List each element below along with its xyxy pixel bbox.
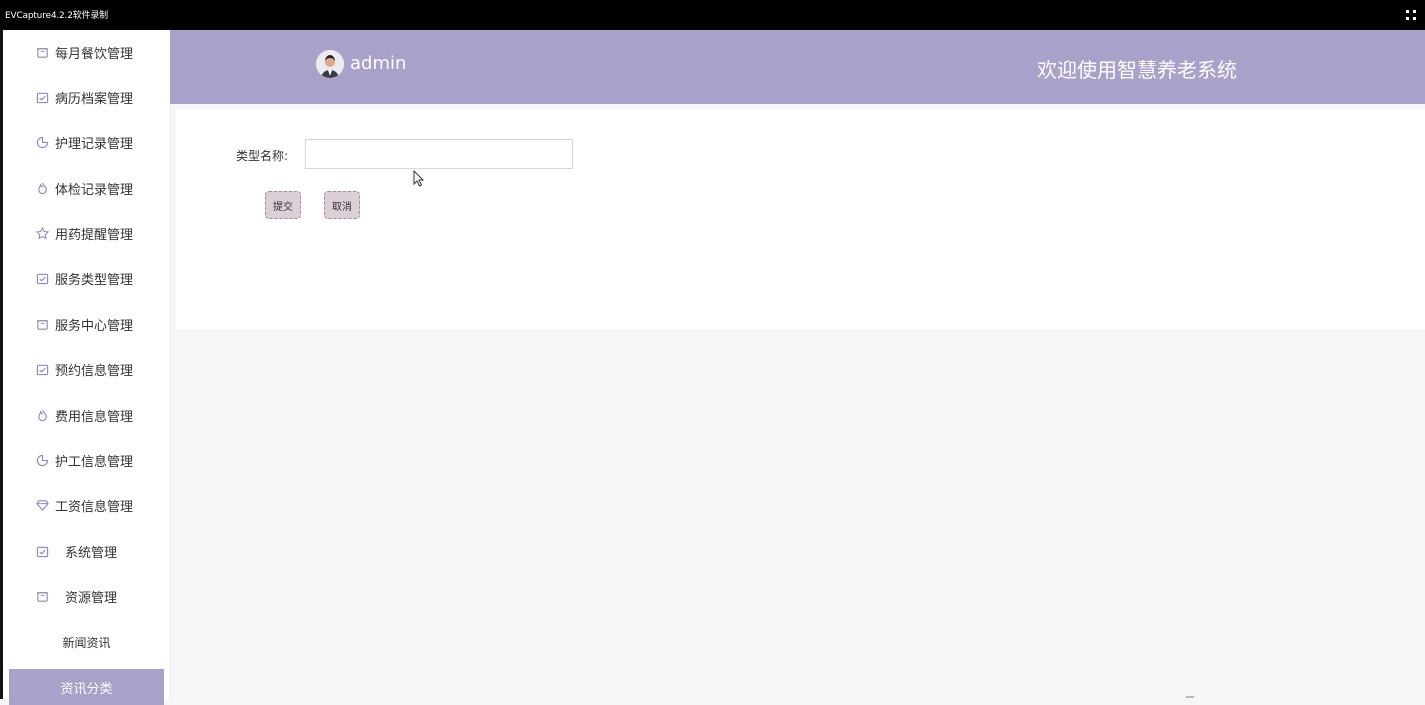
bottom-marker bbox=[1186, 696, 1194, 698]
welcome-title: 欢迎使用智慧养老系统 bbox=[1037, 58, 1237, 82]
cancel-button[interactable]: 取消 bbox=[324, 191, 360, 219]
star-icon bbox=[35, 226, 49, 240]
sidebar-item-appointments[interactable]: 预约信息管理 bbox=[3, 348, 170, 390]
bin-icon bbox=[35, 589, 49, 603]
window-title: EVCapture4.2.2软件录制 bbox=[5, 11, 108, 21]
sidebar-item-system[interactable]: 系统管理 bbox=[3, 530, 170, 572]
type-name-input[interactable] bbox=[305, 139, 573, 169]
sidebar-item-label: 工资信息管理 bbox=[55, 499, 134, 515]
fullscreen-icon[interactable] bbox=[1405, 9, 1417, 21]
sidebar-item-label: 体检记录管理 bbox=[55, 182, 134, 198]
fire-icon bbox=[35, 408, 49, 422]
sidebar-item-checkup-records[interactable]: 体检记录管理 bbox=[3, 167, 170, 209]
sidebar-item-label: 护工信息管理 bbox=[55, 454, 134, 470]
sidebar-item-medication-reminders[interactable]: 用药提醒管理 bbox=[3, 212, 170, 254]
sidebar-item-medical-records[interactable]: 病历档案管理 bbox=[3, 76, 170, 118]
calendar-check-icon bbox=[35, 362, 49, 376]
sidebar-item-label: 用药提醒管理 bbox=[55, 227, 134, 243]
avatar[interactable] bbox=[316, 50, 344, 78]
sidebar-item-salaries[interactable]: 工资信息管理 bbox=[3, 484, 170, 526]
sidebar-item-label: 病历档案管理 bbox=[55, 91, 134, 107]
sidebar-item-fees[interactable]: 费用信息管理 bbox=[3, 394, 170, 436]
sidebar-item-label: 每月餐饮管理 bbox=[55, 46, 134, 62]
sidebar-item-news-categories[interactable]: 资讯分类 bbox=[9, 669, 164, 705]
sidebar-item-resources[interactable]: 资源管理 bbox=[3, 575, 170, 617]
pie-icon bbox=[35, 135, 49, 149]
calendar-check-icon bbox=[35, 90, 49, 104]
window-titlebar: EVCapture4.2.2软件录制 bbox=[0, 0, 1425, 30]
bin-icon bbox=[35, 317, 49, 331]
sidebar-item-label: 系统管理 bbox=[65, 545, 118, 561]
calendar-check-icon bbox=[35, 544, 49, 558]
type-name-label: 类型名称: bbox=[236, 149, 289, 163]
sidebar-item-news[interactable]: 新闻资讯 bbox=[3, 621, 170, 663]
sidebar-item-label: 护理记录管理 bbox=[55, 136, 134, 152]
sidebar-item-monthly-meals[interactable]: 每月餐饮管理 bbox=[3, 31, 170, 73]
sidebar-item-label: 预约信息管理 bbox=[55, 363, 134, 379]
sidebar-item-label: 服务中心管理 bbox=[55, 318, 134, 334]
bin-icon bbox=[35, 45, 49, 59]
sidebar-item-service-centers[interactable]: 服务中心管理 bbox=[3, 303, 170, 345]
top-header: admin 欢迎使用智慧养老系统 bbox=[170, 30, 1425, 104]
sidebar-item-label: 资源管理 bbox=[65, 590, 118, 606]
submit-button[interactable]: 提交 bbox=[265, 191, 301, 219]
calendar-check-icon bbox=[35, 271, 49, 285]
form-card: 类型名称: 提交 取消 bbox=[176, 110, 1425, 329]
sidebar-item-label: 费用信息管理 bbox=[55, 409, 134, 425]
username: admin bbox=[350, 53, 407, 74]
sidebar: 每月餐饮管理 病历档案管理 护理记录管理 体检记录管理 用药提醒管理 服务类型管… bbox=[3, 30, 171, 705]
pie-icon bbox=[35, 453, 49, 467]
sidebar-item-nursing-records[interactable]: 护理记录管理 bbox=[3, 121, 170, 163]
diamond-icon bbox=[35, 498, 49, 512]
fire-icon bbox=[35, 181, 49, 195]
sidebar-item-label: 资讯分类 bbox=[60, 681, 113, 697]
sidebar-item-label: 服务类型管理 bbox=[55, 272, 134, 288]
sidebar-item-caregivers[interactable]: 护工信息管理 bbox=[3, 439, 170, 481]
mouse-cursor-icon bbox=[413, 170, 425, 187]
sidebar-item-label: 新闻资讯 bbox=[62, 635, 111, 650]
sidebar-item-service-types[interactable]: 服务类型管理 bbox=[3, 257, 170, 299]
